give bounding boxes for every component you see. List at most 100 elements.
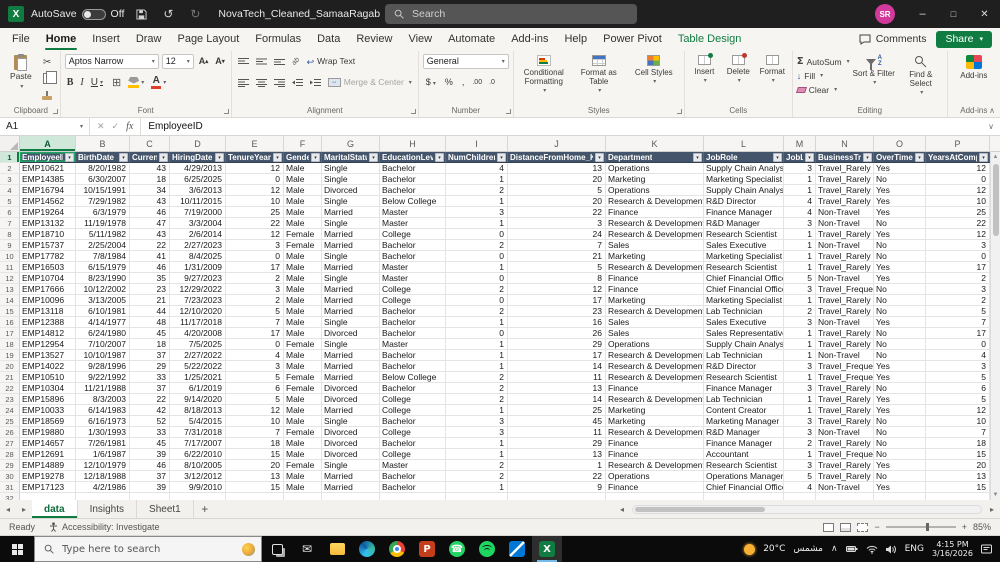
sort-filter-button[interactable]: AZ Sort & Filter [852,52,896,87]
cell-A18[interactable]: EMP12954 [20,339,76,350]
cell-J14[interactable]: 17 [508,295,606,306]
table-header-distancefromhome-km[interactable]: DistanceFromHome_KM▾ [508,152,606,163]
cell-I20[interactable]: 1 [446,361,508,372]
row-header-23[interactable]: 23 [0,394,20,405]
alignment-dialog-launcher[interactable] [410,109,416,114]
cell-A10[interactable]: EMP17782 [20,251,76,262]
cell-F32[interactable] [284,493,322,500]
filter-button-joblevel[interactable]: ▾ [805,153,814,162]
taskbar-app-powerpoint[interactable]: P [412,536,442,562]
cell-G20[interactable]: Married [322,361,380,372]
vertical-scrollbar[interactable] [990,152,1000,500]
cell-I9[interactable]: 2 [446,240,508,251]
cell-D11[interactable]: 1/31/2009 [170,262,226,273]
cell-B19[interactable]: 10/10/1987 [76,350,130,361]
filter-button-numchildren[interactable]: ▾ [497,153,506,162]
cell-O27[interactable]: No [874,438,926,449]
cell-D27[interactable]: 7/17/2007 [170,438,226,449]
cell-I3[interactable]: 1 [446,174,508,185]
cell-O30[interactable]: No [874,471,926,482]
cell-A6[interactable]: EMP19264 [20,207,76,218]
cell-I11[interactable]: 1 [446,262,508,273]
align-top-button[interactable] [236,54,251,69]
cell-M24[interactable]: 1 [784,405,816,416]
cell-J17[interactable]: 26 [508,328,606,339]
cell-K15[interactable]: Research & Development [606,306,704,317]
cell-K28[interactable]: Finance [606,449,704,460]
cell-H10[interactable]: Bachelor [380,251,446,262]
cell-P31[interactable]: 15 [926,482,990,493]
clipboard-dialog-launcher[interactable] [52,109,58,114]
ribbon-tab-home[interactable]: Home [38,28,85,50]
cell-L13[interactable]: Chief Financial Officer [704,284,784,295]
cell-D16[interactable]: 11/17/2018 [170,317,226,328]
cell-O24[interactable]: Yes [874,405,926,416]
cell-N5[interactable]: Travel_Rarely [816,196,874,207]
cell-M3[interactable]: 1 [784,174,816,185]
toggle-off-icon[interactable] [81,8,106,20]
cell-D10[interactable]: 8/4/2025 [170,251,226,262]
cell-J9[interactable]: 7 [508,240,606,251]
cell-I28[interactable]: 1 [446,449,508,460]
cell-F17[interactable]: Male [284,328,322,339]
cell-G23[interactable]: Divorced [322,394,380,405]
taskbar-app-excel[interactable]: X [532,536,562,562]
cell-I7[interactable]: 1 [446,218,508,229]
cell-F10[interactable]: Male [284,251,322,262]
save-button[interactable] [131,8,151,20]
cell-I14[interactable]: 0 [446,295,508,306]
cell-O17[interactable]: No [874,328,926,339]
cell-L26[interactable]: R&D Manager [704,427,784,438]
cell-F18[interactable]: Female [284,339,322,350]
cell-A17[interactable]: EMP14812 [20,328,76,339]
cell-L12[interactable]: Chief Financial Officer [704,273,784,284]
cell-C19[interactable]: 37 [130,350,170,361]
cell-D9[interactable]: 2/27/2023 [170,240,226,251]
cell-A14[interactable]: EMP10096 [20,295,76,306]
ribbon-tab-view[interactable]: View [400,28,440,50]
cell-L22[interactable]: Finance Manager [704,383,784,394]
cell-G21[interactable]: Married [322,372,380,383]
cell-E19[interactable]: 4 [226,350,284,361]
cell-A8[interactable]: EMP18710 [20,229,76,240]
cell-E28[interactable]: 15 [226,449,284,460]
battery-icon[interactable] [845,545,858,553]
cell-N29[interactable]: Travel_Rarely [816,460,874,471]
row-header-3[interactable]: 3 [0,174,20,185]
cancel-icon[interactable] [97,121,105,132]
cell-A25[interactable]: EMP18569 [20,416,76,427]
weather-description[interactable]: مشمس [793,544,823,554]
cell-F31[interactable]: Male [284,482,322,493]
cell-J6[interactable]: 22 [508,207,606,218]
cell-A5[interactable]: EMP14562 [20,196,76,207]
cell-O20[interactable]: Yes [874,361,926,372]
weather-temperature[interactable]: 20°C [763,544,785,554]
cell-J21[interactable]: 11 [508,372,606,383]
row-header-31[interactable]: 31 [0,482,20,493]
cell-P5[interactable]: 10 [926,196,990,207]
cell-G18[interactable]: Single [322,339,380,350]
cell-C26[interactable]: 33 [130,427,170,438]
cell-K30[interactable]: Operations [606,471,704,482]
ribbon-tab-data[interactable]: Data [309,28,348,50]
cell-H23[interactable]: College [380,394,446,405]
cell-B32[interactable] [76,493,130,500]
cell-D14[interactable]: 7/23/2023 [170,295,226,306]
cell-D19[interactable]: 2/27/2022 [170,350,226,361]
cell-J29[interactable]: 1 [508,460,606,471]
cell-B10[interactable]: 7/8/1984 [76,251,130,262]
cell-B30[interactable]: 12/18/1988 [76,471,130,482]
cell-M30[interactable]: 5 [784,471,816,482]
cell-A27[interactable]: EMP14657 [20,438,76,449]
cell-P7[interactable]: 22 [926,218,990,229]
column-header-I[interactable]: I [446,136,508,151]
cell-N21[interactable]: Travel_Frequently [816,372,874,383]
cell-H15[interactable]: Bachelor [380,306,446,317]
name-box[interactable]: A1 [0,118,90,135]
cell-B25[interactable]: 6/16/1973 [76,416,130,427]
cell-K25[interactable]: Marketing [606,416,704,427]
row-header-13[interactable]: 13 [0,284,20,295]
taskbar-app-mail[interactable]: ✉ [292,536,322,562]
table-header-birthdate[interactable]: BirthDate ▾ [76,152,130,163]
cell-E3[interactable]: 0 [226,174,284,185]
